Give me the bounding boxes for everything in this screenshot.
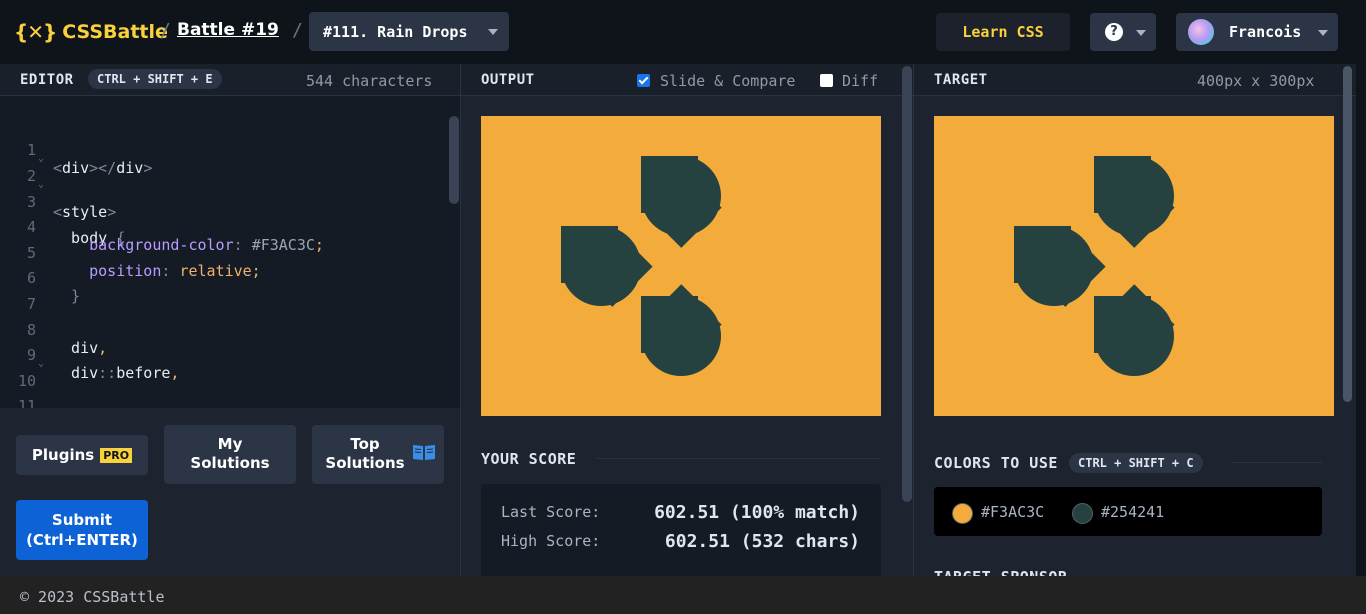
learn-css-button[interactable]: Learn CSS [936, 13, 1070, 51]
code-line: 9 div::before, [0, 328, 460, 382]
target-canvas [934, 116, 1334, 416]
user-name: Francois [1229, 23, 1302, 41]
colors-title: COLORS TO USE [934, 454, 1058, 472]
submit-button[interactable]: Submit (Ctrl+ENTER) [16, 500, 148, 560]
plugins-label: Plugins [31, 446, 95, 464]
page-scrollbar[interactable] [1343, 66, 1352, 402]
breadcrumb-separator: / [160, 20, 171, 41]
code-line: 4 background-color: #F3AC3C; [0, 200, 460, 254]
high-score-value: 602.51 (532 chars) [664, 531, 860, 552]
code-line: 2 ⌄ <style> [0, 149, 460, 221]
plugins-button[interactable]: Plugins PRO [16, 435, 148, 475]
score-divider [596, 458, 881, 459]
score-panel: Last Score: 602.51 (100% match) High Sco… [481, 484, 881, 576]
slide-compare-label[interactable]: Slide & Compare [660, 72, 795, 90]
target-size: 400px x 300px [1197, 72, 1315, 90]
colors-divider [1232, 462, 1322, 463]
color-swatch[interactable] [952, 503, 973, 524]
high-score-label: High Score: [501, 532, 601, 550]
diff-label[interactable]: Diff [842, 72, 878, 90]
color-hex[interactable]: #254241 [1101, 503, 1164, 521]
raindrop-top [1093, 156, 1174, 248]
last-score-value: 602.51 (100% match) [654, 502, 860, 523]
logo-text: CSSBattle [62, 21, 168, 43]
color-swatch[interactable] [1072, 503, 1093, 524]
top-bar: {✕} CSSBattle / Battle #19 / #111. Rain … [0, 0, 1366, 64]
breadcrumb-separator: / [292, 20, 303, 41]
code-line: 1 <div></div> [0, 123, 460, 177]
raindrop-tip [640, 284, 721, 365]
user-menu-button[interactable]: Francois [1176, 13, 1338, 51]
editor-shortcut-badge: CTRL + SHIFT + E [88, 69, 222, 89]
pro-badge: PRO [100, 448, 133, 463]
raindrop-tip [640, 167, 721, 248]
editor-title: EDITOR [20, 72, 74, 88]
submit-label: Submit [51, 511, 113, 529]
raindrop-bottom [640, 284, 721, 376]
output-title: OUTPUT [481, 72, 535, 88]
slide-compare-checkbox[interactable] [637, 74, 650, 87]
my-solutions-label: Solutions [190, 454, 270, 472]
color-hex[interactable]: #F3AC3C [981, 503, 1044, 521]
code-line: 8 div, [0, 303, 460, 357]
score-title: YOUR SCORE [481, 450, 577, 468]
line-number: 11 [17, 397, 36, 408]
top-solutions-label: Top [350, 435, 380, 453]
fold-icon[interactable]: ⌄ [38, 153, 44, 164]
raindrop-left [561, 225, 653, 306]
my-solutions-label: My [217, 435, 243, 453]
avatar [1188, 19, 1214, 45]
my-solutions-button[interactable]: My Solutions [164, 425, 296, 484]
last-score-label: Last Score: [501, 503, 601, 521]
footer: © 2023 CSSBattle [0, 576, 1366, 614]
raindrop-tip [1093, 284, 1174, 365]
top-solutions-button[interactable]: Top Solutions [312, 425, 444, 484]
chevron-down-icon [488, 29, 498, 35]
code-line: 3 ⌄ body { [0, 175, 460, 247]
top-solutions-label: Solutions [325, 454, 405, 472]
character-count: 544 characters [306, 72, 433, 90]
raindrop-tip [1093, 167, 1174, 248]
editor-scrollbar[interactable] [449, 116, 459, 204]
help-icon: ? [1105, 23, 1123, 41]
level-select-value: #111. Rain Drops [323, 22, 468, 41]
book-icon [413, 445, 435, 460]
output-header: OUTPUT Slide & Compare Diff [461, 64, 913, 96]
fold-icon[interactable]: ⌄ [38, 358, 44, 369]
target-title: TARGET [934, 72, 988, 88]
raindrop-tip [572, 225, 653, 306]
battle-link[interactable]: Battle #19 [177, 20, 279, 40]
diff-checkbox[interactable] [820, 74, 833, 87]
fold-icon[interactable]: ⌄ [38, 179, 44, 190]
code-editor[interactable]: 1 <div></div> 2 ⌄ <style> 3 ⌄ body { 4 b… [0, 96, 460, 408]
raindrop-top [640, 156, 721, 248]
editor-header: EDITOR CTRL + SHIFT + E 544 characters [0, 64, 460, 96]
logo-icon: {✕} [14, 20, 57, 44]
panel-divider[interactable] [460, 64, 461, 576]
code-line: 10 ⌄ div::after { [0, 354, 460, 390]
help-menu-button[interactable]: ? [1090, 13, 1156, 51]
code-line: 5 position: relative; [0, 226, 460, 280]
output-scrollbar[interactable] [902, 66, 912, 502]
colors-shortcut-badge: CTRL + SHIFT + C [1069, 453, 1203, 473]
code-line: 11 position: absolute; [0, 379, 460, 408]
chevron-down-icon [1136, 30, 1146, 36]
code-line: 7 [0, 277, 460, 313]
panel-divider[interactable] [913, 64, 914, 576]
output-canvas[interactable] [481, 116, 881, 416]
copyright-text: © 2023 CSSBattle [20, 588, 165, 606]
colors-panel: #F3AC3C #254241 [934, 487, 1322, 536]
raindrop-left [1014, 225, 1106, 306]
chevron-down-icon [1318, 30, 1328, 36]
target-header: TARGET 400px x 300px [914, 64, 1356, 96]
cssbattle-logo[interactable]: {✕} CSSBattle [14, 17, 168, 47]
submit-shortcut-label: (Ctrl+ENTER) [26, 531, 138, 549]
page-scroll-track[interactable] [1356, 0, 1366, 576]
level-select[interactable]: #111. Rain Drops [309, 12, 509, 51]
raindrop-bottom [1093, 284, 1174, 376]
code-line: 6 } [0, 251, 460, 305]
raindrop-tip [1025, 225, 1106, 306]
